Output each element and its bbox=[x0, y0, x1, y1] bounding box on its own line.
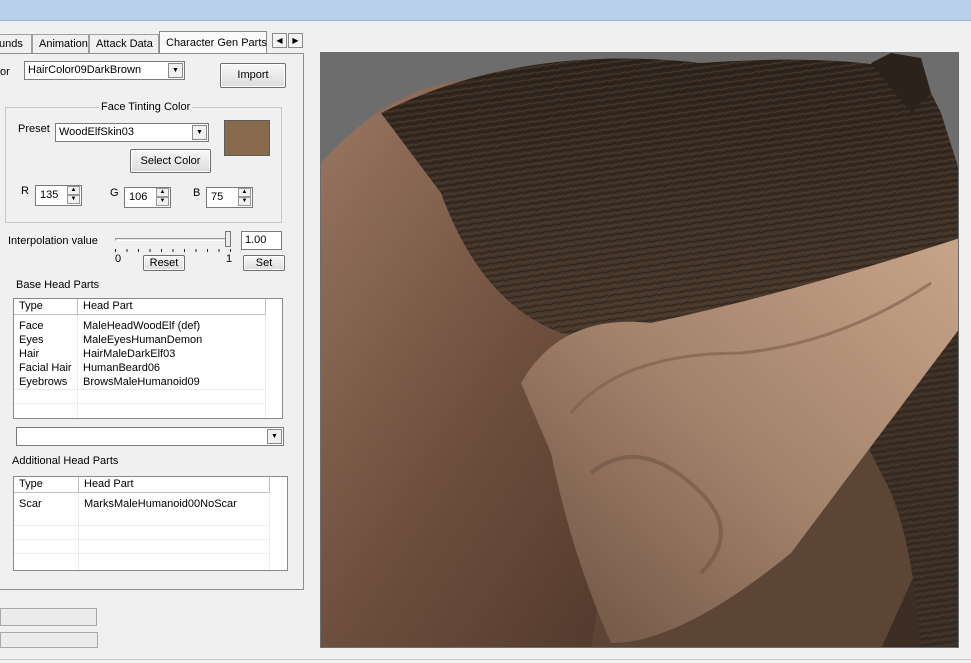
table-row-type[interactable]: Scar bbox=[19, 497, 42, 511]
slider-track bbox=[115, 238, 231, 241]
interpolation-min-label: 0 bbox=[115, 253, 122, 265]
select-color-button[interactable]: Select Color bbox=[130, 149, 211, 173]
tint-color-swatch[interactable] bbox=[224, 120, 270, 156]
window-title-bar bbox=[0, 0, 971, 20]
face-tinting-title: Face Tinting Color bbox=[99, 101, 193, 114]
spin-up-icon[interactable]: ▲ bbox=[156, 188, 169, 197]
chevron-down-icon[interactable]: ▼ bbox=[192, 125, 207, 140]
chevron-down-icon[interactable]: ▼ bbox=[267, 429, 282, 444]
table-row-type[interactable]: Facial Hair bbox=[19, 361, 72, 375]
base-head-parts-list[interactable]: Type Head Part Face MaleHeadWoodElf (def… bbox=[13, 298, 283, 419]
spin-down-icon[interactable]: ▼ bbox=[67, 195, 80, 204]
spin-down-icon[interactable]: ▼ bbox=[156, 197, 169, 206]
b-value: 75 bbox=[211, 191, 224, 203]
character-gen-parts-panel: or HairColor09DarkBrown ▼ Import Face Ti… bbox=[0, 53, 304, 590]
table-row-part[interactable]: HumanBeard06 bbox=[83, 361, 160, 375]
set-button[interactable]: Set bbox=[243, 255, 285, 271]
table-row-part[interactable]: BrowsMaleHumanoid09 bbox=[83, 375, 200, 389]
chevron-down-icon[interactable]: ▼ bbox=[168, 63, 183, 78]
spin-down-icon[interactable]: ▼ bbox=[238, 197, 251, 206]
tab-sounds[interactable]: unds bbox=[0, 34, 32, 53]
interpolation-slider[interactable] bbox=[115, 231, 231, 257]
slider-thumb[interactable] bbox=[225, 231, 231, 247]
preset-label: Preset bbox=[18, 123, 50, 135]
additional-head-parts-title: Additional Head Parts bbox=[12, 455, 119, 467]
hair-color-value: HairColor09DarkBrown bbox=[28, 64, 142, 76]
base-head-parts-title: Base Head Parts bbox=[16, 279, 100, 291]
title-bar-divider bbox=[0, 20, 971, 21]
table-row-type[interactable]: Hair bbox=[19, 347, 39, 361]
column-divider bbox=[269, 493, 270, 570]
tab-scroll-left-icon[interactable]: ◀ bbox=[272, 33, 287, 48]
bottom-divider bbox=[0, 659, 971, 660]
column-divider bbox=[78, 493, 79, 570]
tab-character-gen-parts[interactable]: Character Gen Parts bbox=[159, 31, 267, 54]
head-preview-viewport[interactable] bbox=[320, 52, 959, 648]
slider-ticks bbox=[115, 249, 231, 252]
interpolation-value: 1.00 bbox=[245, 234, 267, 246]
reset-button[interactable]: Reset bbox=[143, 255, 185, 271]
preset-select[interactable]: WoodElfSkin03 ▼ bbox=[55, 123, 209, 142]
tab-attack-data[interactable]: Attack Data bbox=[89, 34, 159, 53]
status-field-1 bbox=[0, 608, 97, 626]
row-divider bbox=[14, 553, 270, 554]
table-row-part[interactable]: HairMaleDarkElf03 bbox=[83, 347, 175, 361]
row-divider bbox=[14, 403, 266, 404]
head-preview-render bbox=[321, 53, 958, 647]
column-header-head-part[interactable]: Head Part bbox=[78, 299, 266, 315]
interpolation-max-label: 1 bbox=[226, 253, 233, 265]
column-header-type[interactable]: Type bbox=[14, 299, 78, 315]
row-divider bbox=[14, 539, 270, 540]
spin-up-icon[interactable]: ▲ bbox=[238, 188, 251, 197]
spin-up-icon[interactable]: ▲ bbox=[67, 186, 80, 195]
r-value: 135 bbox=[40, 189, 59, 201]
table-row-type[interactable]: Eyes bbox=[19, 333, 43, 347]
b-label: B bbox=[193, 187, 201, 199]
table-row-type[interactable]: Eyebrows bbox=[19, 375, 67, 389]
g-value-spinner[interactable]: 106 ▲ ▼ bbox=[124, 187, 171, 208]
preset-value: WoodElfSkin03 bbox=[59, 126, 135, 138]
column-header-head-part[interactable]: Head Part bbox=[79, 477, 270, 493]
column-header-type[interactable]: Type bbox=[14, 477, 79, 493]
table-row-type[interactable]: Face bbox=[19, 319, 43, 333]
r-value-spinner[interactable]: 135 ▲ ▼ bbox=[35, 185, 82, 206]
head-part-select[interactable]: ▼ bbox=[16, 427, 284, 446]
table-row-part[interactable]: MarksMaleHumanoid00NoScar bbox=[84, 497, 237, 511]
hair-color-select[interactable]: HairColor09DarkBrown ▼ bbox=[24, 61, 185, 80]
row-divider bbox=[14, 389, 266, 390]
interpolation-value-field[interactable]: 1.00 bbox=[241, 231, 282, 250]
g-value: 106 bbox=[129, 191, 148, 203]
tab-scroll-right-icon[interactable]: ▶ bbox=[288, 33, 303, 48]
b-value-spinner[interactable]: 75 ▲ ▼ bbox=[206, 187, 253, 208]
status-field-2 bbox=[0, 632, 98, 648]
row-divider bbox=[14, 525, 270, 526]
tab-animation[interactable]: Animation bbox=[32, 34, 89, 53]
r-label: R bbox=[21, 185, 29, 197]
import-button[interactable]: Import bbox=[220, 63, 286, 88]
table-row-part[interactable]: MaleHeadWoodElf (def) bbox=[83, 319, 200, 333]
additional-head-parts-list[interactable]: Type Head Part Scar MarksMaleHumanoid00N… bbox=[13, 476, 288, 571]
table-row-part[interactable]: MaleEyesHumanDemon bbox=[83, 333, 202, 347]
hair-color-label: or bbox=[0, 66, 10, 78]
interpolation-label: Interpolation value bbox=[8, 235, 98, 247]
g-label: G bbox=[110, 187, 119, 199]
